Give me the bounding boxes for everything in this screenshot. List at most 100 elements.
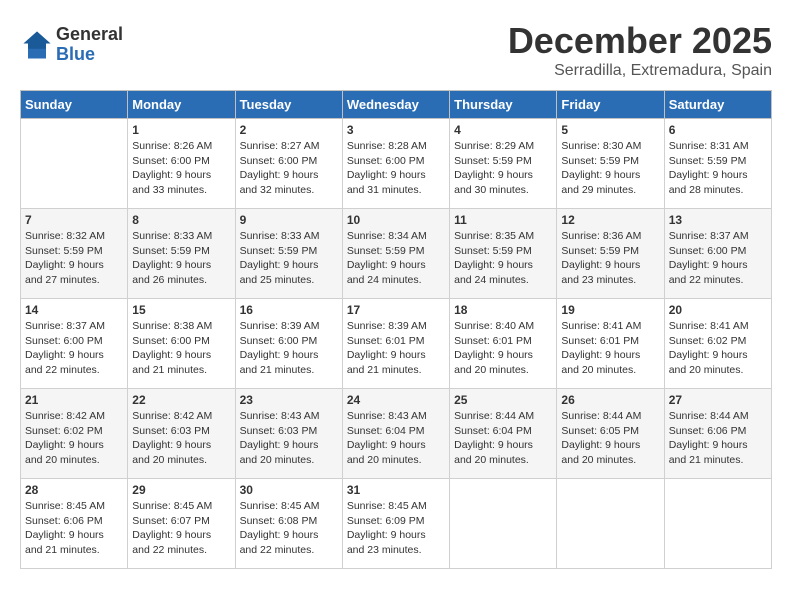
day-number: 8 — [132, 213, 230, 227]
day-number: 1 — [132, 123, 230, 137]
day-cell: 23 Sunrise: 8:43 AM Sunset: 6:03 PM Dayl… — [235, 389, 342, 479]
day-cell — [557, 479, 664, 569]
title-area: December 2025 Serradilla, Extremadura, S… — [508, 20, 772, 80]
sunset: Sunset: 6:02 PM — [669, 335, 747, 347]
day-info: Sunrise: 8:45 AM Sunset: 6:08 PM Dayligh… — [240, 499, 338, 558]
day-info: Sunrise: 8:42 AM Sunset: 6:02 PM Dayligh… — [25, 409, 123, 468]
sunrise: Sunrise: 8:30 AM — [561, 140, 641, 152]
day-cell: 16 Sunrise: 8:39 AM Sunset: 6:00 PM Dayl… — [235, 299, 342, 389]
day-cell — [450, 479, 557, 569]
sunset: Sunset: 6:00 PM — [240, 335, 318, 347]
day-cell: 26 Sunrise: 8:44 AM Sunset: 6:05 PM Dayl… — [557, 389, 664, 479]
daylight: Daylight: 9 hours and 20 minutes. — [25, 439, 104, 466]
daylight: Daylight: 9 hours and 26 minutes. — [132, 259, 211, 286]
day-cell: 22 Sunrise: 8:42 AM Sunset: 6:03 PM Dayl… — [128, 389, 235, 479]
day-info: Sunrise: 8:29 AM Sunset: 5:59 PM Dayligh… — [454, 139, 552, 198]
daylight: Daylight: 9 hours and 20 minutes. — [669, 349, 748, 376]
sunrise: Sunrise: 8:38 AM — [132, 320, 212, 332]
daylight: Daylight: 9 hours and 33 minutes. — [132, 169, 211, 196]
sunrise: Sunrise: 8:39 AM — [240, 320, 320, 332]
sunset: Sunset: 5:59 PM — [132, 245, 210, 257]
location-title: Serradilla, Extremadura, Spain — [508, 62, 772, 80]
day-number: 12 — [561, 213, 659, 227]
header-tuesday: Tuesday — [235, 91, 342, 119]
sunset: Sunset: 6:00 PM — [347, 155, 425, 167]
day-cell: 20 Sunrise: 8:41 AM Sunset: 6:02 PM Dayl… — [664, 299, 771, 389]
day-cell — [21, 119, 128, 209]
sunset: Sunset: 5:59 PM — [454, 155, 532, 167]
day-info: Sunrise: 8:35 AM Sunset: 5:59 PM Dayligh… — [454, 229, 552, 288]
day-info: Sunrise: 8:37 AM Sunset: 6:00 PM Dayligh… — [25, 319, 123, 378]
day-info: Sunrise: 8:45 AM Sunset: 6:07 PM Dayligh… — [132, 499, 230, 558]
sunset: Sunset: 6:05 PM — [561, 425, 639, 437]
day-info: Sunrise: 8:41 AM Sunset: 6:01 PM Dayligh… — [561, 319, 659, 378]
sunrise: Sunrise: 8:40 AM — [454, 320, 534, 332]
sunrise: Sunrise: 8:45 AM — [240, 500, 320, 512]
daylight: Daylight: 9 hours and 22 minutes. — [240, 529, 319, 556]
sunrise: Sunrise: 8:35 AM — [454, 230, 534, 242]
daylight: Daylight: 9 hours and 21 minutes. — [669, 439, 748, 466]
day-info: Sunrise: 8:39 AM Sunset: 6:00 PM Dayligh… — [240, 319, 338, 378]
day-info: Sunrise: 8:40 AM Sunset: 6:01 PM Dayligh… — [454, 319, 552, 378]
sunset: Sunset: 6:00 PM — [25, 335, 103, 347]
day-number: 30 — [240, 483, 338, 497]
day-number: 2 — [240, 123, 338, 137]
day-cell: 11 Sunrise: 8:35 AM Sunset: 5:59 PM Dayl… — [450, 209, 557, 299]
sunset: Sunset: 5:59 PM — [240, 245, 318, 257]
sunrise: Sunrise: 8:37 AM — [669, 230, 749, 242]
day-cell: 7 Sunrise: 8:32 AM Sunset: 5:59 PM Dayli… — [21, 209, 128, 299]
sunrise: Sunrise: 8:44 AM — [669, 410, 749, 422]
day-cell: 18 Sunrise: 8:40 AM Sunset: 6:01 PM Dayl… — [450, 299, 557, 389]
day-info: Sunrise: 8:33 AM Sunset: 5:59 PM Dayligh… — [132, 229, 230, 288]
day-info: Sunrise: 8:28 AM Sunset: 6:00 PM Dayligh… — [347, 139, 445, 198]
daylight: Daylight: 9 hours and 28 minutes. — [669, 169, 748, 196]
sunset: Sunset: 6:03 PM — [240, 425, 318, 437]
day-cell: 3 Sunrise: 8:28 AM Sunset: 6:00 PM Dayli… — [342, 119, 449, 209]
sunrise: Sunrise: 8:33 AM — [132, 230, 212, 242]
daylight: Daylight: 9 hours and 23 minutes. — [347, 529, 426, 556]
daylight: Daylight: 9 hours and 25 minutes. — [240, 259, 319, 286]
day-cell: 27 Sunrise: 8:44 AM Sunset: 6:06 PM Dayl… — [664, 389, 771, 479]
sunrise: Sunrise: 8:42 AM — [25, 410, 105, 422]
day-cell: 30 Sunrise: 8:45 AM Sunset: 6:08 PM Dayl… — [235, 479, 342, 569]
day-cell: 2 Sunrise: 8:27 AM Sunset: 6:00 PM Dayli… — [235, 119, 342, 209]
week-row-3: 14 Sunrise: 8:37 AM Sunset: 6:00 PM Dayl… — [21, 299, 772, 389]
sunrise: Sunrise: 8:39 AM — [347, 320, 427, 332]
day-info: Sunrise: 8:39 AM Sunset: 6:01 PM Dayligh… — [347, 319, 445, 378]
day-number: 20 — [669, 303, 767, 317]
day-info: Sunrise: 8:42 AM Sunset: 6:03 PM Dayligh… — [132, 409, 230, 468]
day-info: Sunrise: 8:44 AM Sunset: 6:06 PM Dayligh… — [669, 409, 767, 468]
sunrise: Sunrise: 8:44 AM — [454, 410, 534, 422]
sunset: Sunset: 5:59 PM — [454, 245, 532, 257]
daylight: Daylight: 9 hours and 23 minutes. — [561, 259, 640, 286]
header-sunday: Sunday — [21, 91, 128, 119]
daylight: Daylight: 9 hours and 27 minutes. — [25, 259, 104, 286]
day-info: Sunrise: 8:26 AM Sunset: 6:00 PM Dayligh… — [132, 139, 230, 198]
sunset: Sunset: 6:04 PM — [347, 425, 425, 437]
day-cell: 17 Sunrise: 8:39 AM Sunset: 6:01 PM Dayl… — [342, 299, 449, 389]
day-cell: 29 Sunrise: 8:45 AM Sunset: 6:07 PM Dayl… — [128, 479, 235, 569]
day-info: Sunrise: 8:33 AM Sunset: 5:59 PM Dayligh… — [240, 229, 338, 288]
day-cell: 15 Sunrise: 8:38 AM Sunset: 6:00 PM Dayl… — [128, 299, 235, 389]
day-info: Sunrise: 8:45 AM Sunset: 6:09 PM Dayligh… — [347, 499, 445, 558]
day-cell: 25 Sunrise: 8:44 AM Sunset: 6:04 PM Dayl… — [450, 389, 557, 479]
day-cell: 6 Sunrise: 8:31 AM Sunset: 5:59 PM Dayli… — [664, 119, 771, 209]
sunset: Sunset: 6:03 PM — [132, 425, 210, 437]
day-number: 13 — [669, 213, 767, 227]
day-cell: 4 Sunrise: 8:29 AM Sunset: 5:59 PM Dayli… — [450, 119, 557, 209]
day-number: 31 — [347, 483, 445, 497]
sunset: Sunset: 5:59 PM — [347, 245, 425, 257]
daylight: Daylight: 9 hours and 21 minutes. — [347, 349, 426, 376]
day-number: 29 — [132, 483, 230, 497]
day-cell: 28 Sunrise: 8:45 AM Sunset: 6:06 PM Dayl… — [21, 479, 128, 569]
day-number: 24 — [347, 393, 445, 407]
header-thursday: Thursday — [450, 91, 557, 119]
daylight: Daylight: 9 hours and 21 minutes. — [25, 529, 104, 556]
day-cell: 9 Sunrise: 8:33 AM Sunset: 5:59 PM Dayli… — [235, 209, 342, 299]
sunrise: Sunrise: 8:44 AM — [561, 410, 641, 422]
logo-blue: Blue — [56, 45, 123, 65]
sunrise: Sunrise: 8:45 AM — [347, 500, 427, 512]
day-number: 25 — [454, 393, 552, 407]
month-title: December 2025 — [508, 20, 772, 62]
week-row-5: 28 Sunrise: 8:45 AM Sunset: 6:06 PM Dayl… — [21, 479, 772, 569]
